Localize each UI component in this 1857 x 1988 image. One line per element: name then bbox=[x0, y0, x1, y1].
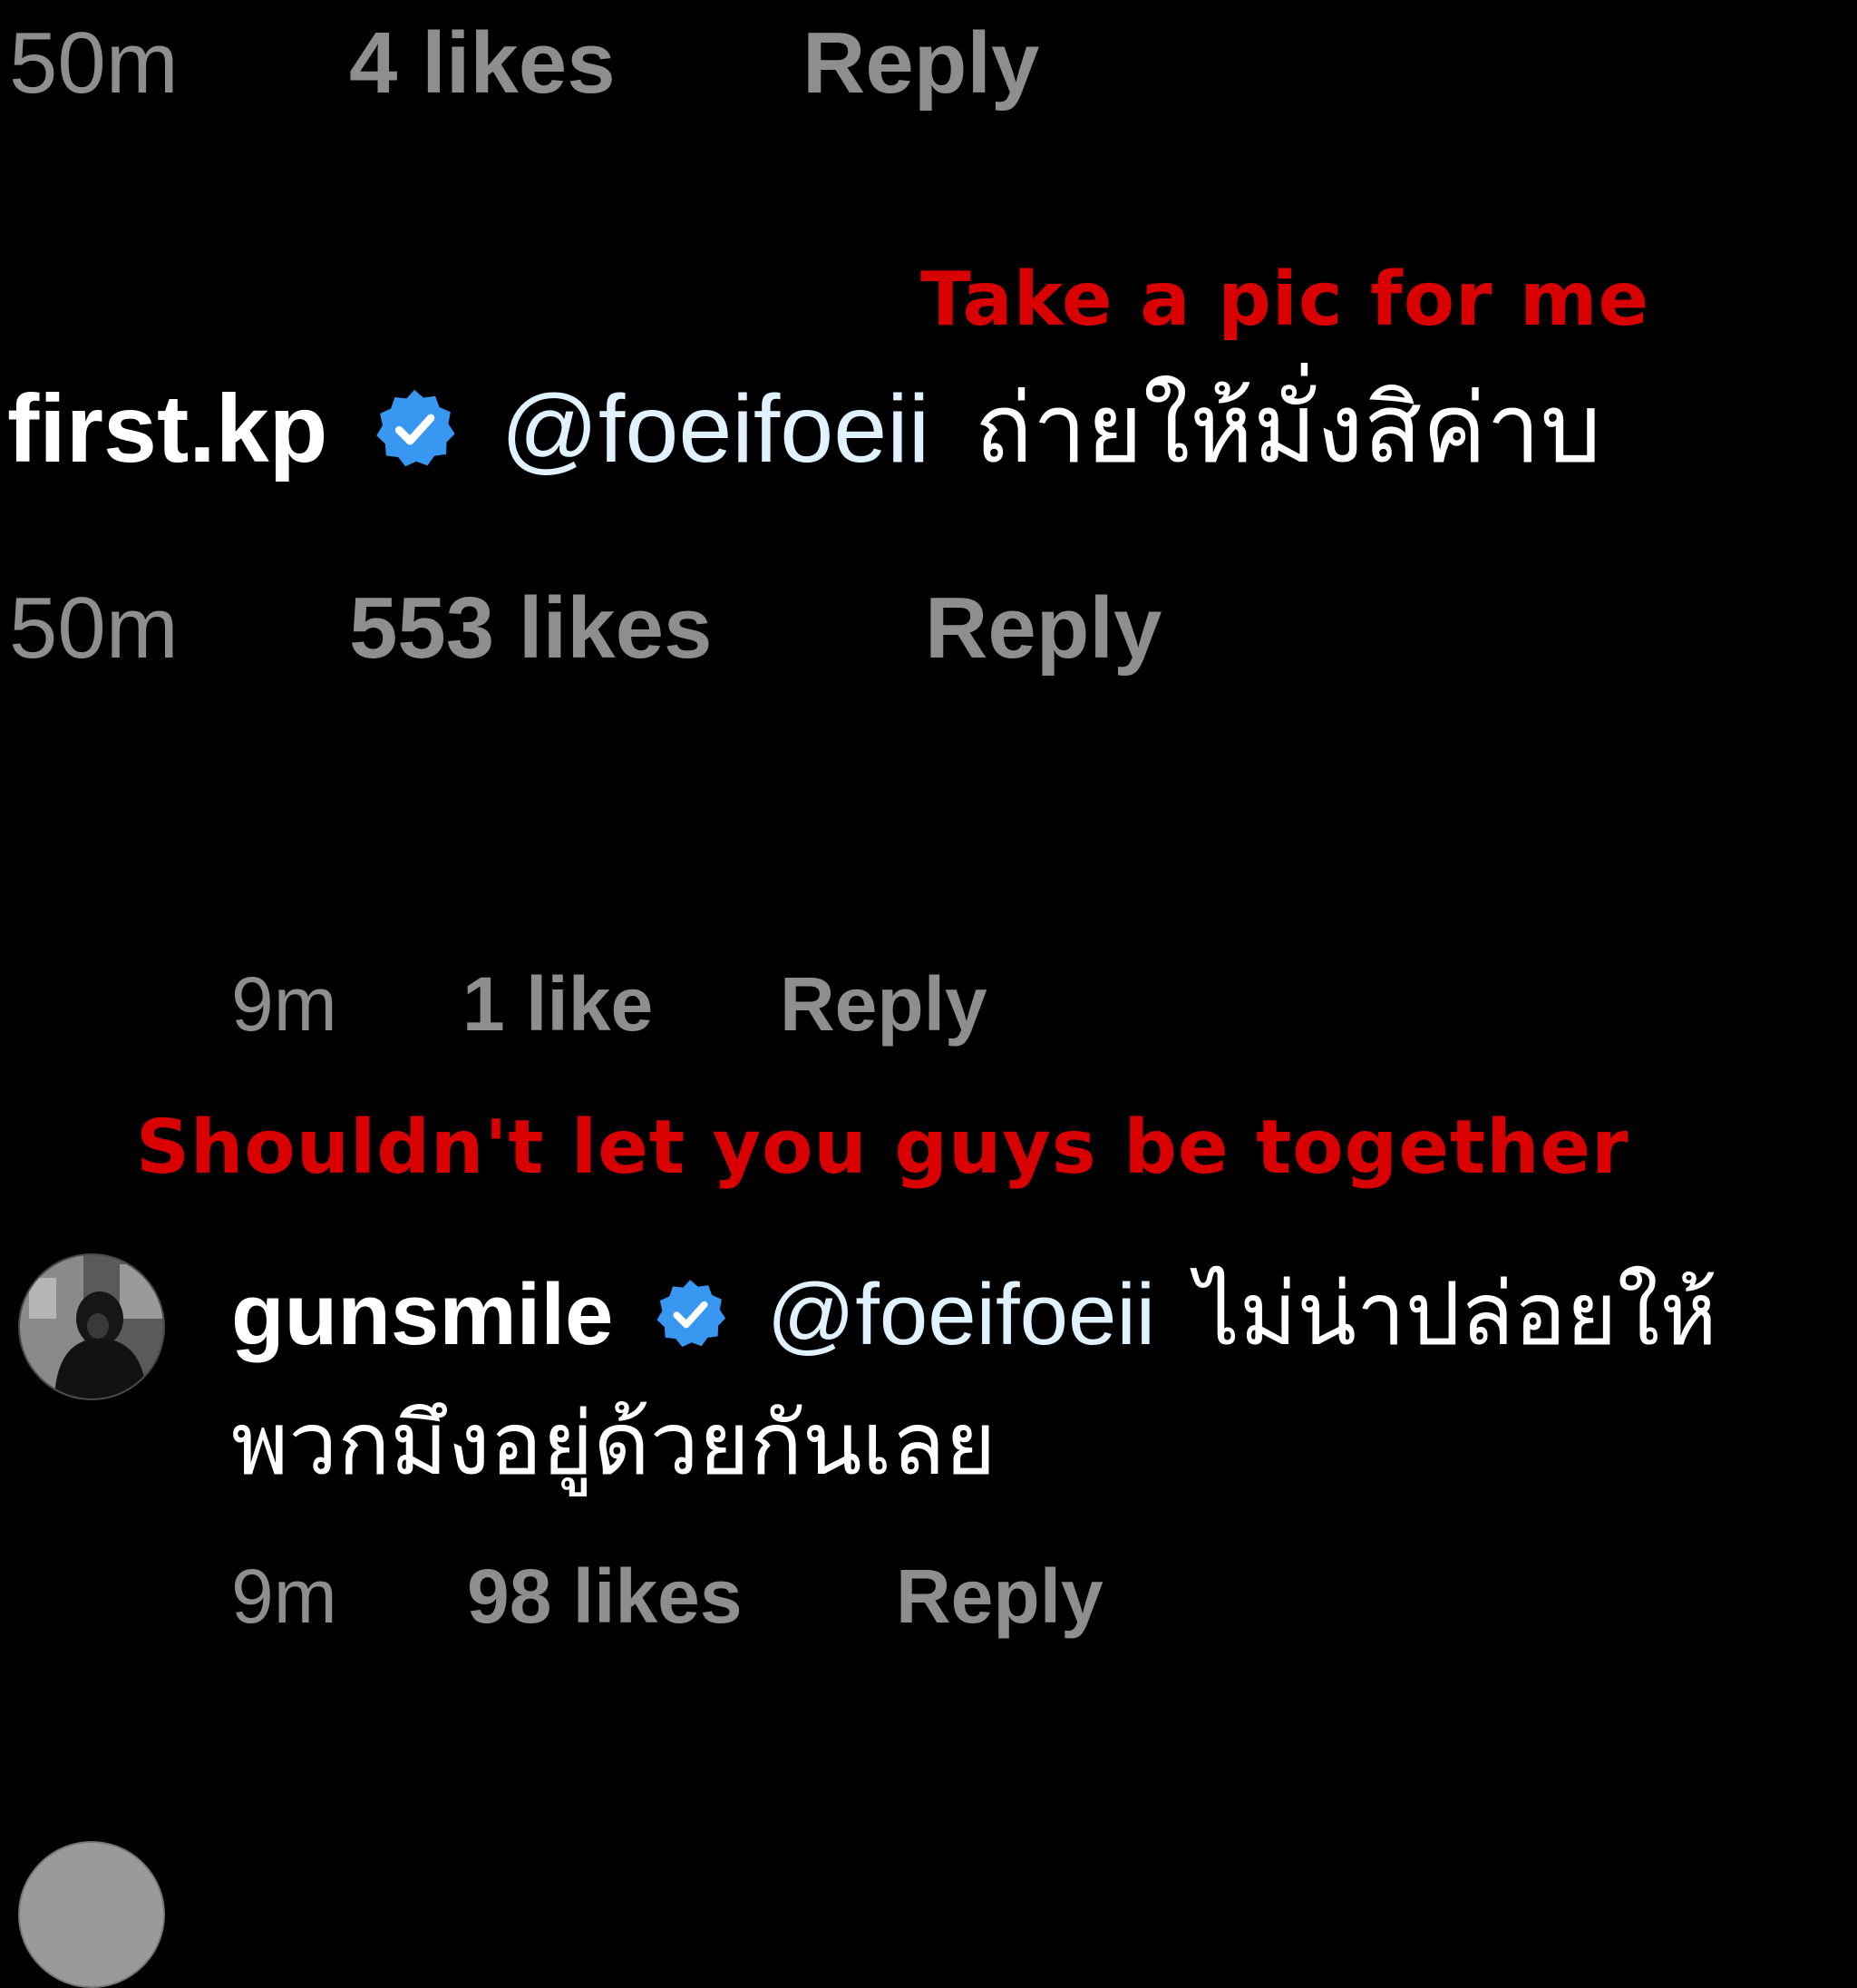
comment-body: first.kp @foeifoeii ถ่ายให้มั่งสิค่าบ bbox=[7, 381, 1601, 488]
avatar[interactable] bbox=[18, 1841, 165, 1988]
verified-badge-icon bbox=[371, 385, 458, 488]
timestamp: 9m bbox=[231, 1554, 337, 1639]
reply-button[interactable]: Reply bbox=[802, 20, 1039, 107]
comment-body-line1: gunsmile @foeifoeii ไม่น่าปล่อยให้ bbox=[231, 1272, 1717, 1367]
mention-link[interactable]: @foeifoeii bbox=[501, 375, 929, 482]
mention-link[interactable]: @foeifoeii bbox=[767, 1266, 1155, 1363]
avatar-photo-icon bbox=[20, 1255, 163, 1398]
timestamp: 50m bbox=[9, 15, 179, 112]
translation-caption: Shouldn't let you guys be together bbox=[136, 1105, 1629, 1191]
likes-count[interactable]: 98 likes bbox=[467, 1558, 743, 1634]
verified-badge-icon bbox=[652, 1276, 728, 1367]
timestamp: 50m bbox=[9, 580, 179, 677]
likes-count[interactable]: 553 likes bbox=[349, 585, 712, 672]
reply-button[interactable]: Reply bbox=[896, 1558, 1104, 1634]
username[interactable]: gunsmile bbox=[231, 1266, 613, 1363]
reply-button[interactable]: Reply bbox=[925, 585, 1162, 672]
translation-caption: Take a pic for me bbox=[920, 257, 1650, 343]
username[interactable]: first.kp bbox=[7, 375, 327, 482]
comment-text-line2: พวกมึงอยู่ด้วยกันเลย bbox=[231, 1396, 997, 1493]
comment-text: ไม่น่าปล่อยให้ bbox=[1195, 1266, 1717, 1363]
comment-text: ถ่ายให้มั่งสิค่าบ bbox=[974, 375, 1602, 482]
likes-count[interactable]: 4 likes bbox=[349, 20, 616, 107]
reply-button[interactable]: Reply bbox=[780, 966, 987, 1042]
likes-count[interactable]: 1 like bbox=[462, 966, 653, 1042]
avatar[interactable] bbox=[18, 1253, 165, 1400]
timestamp: 9m bbox=[231, 961, 337, 1047]
